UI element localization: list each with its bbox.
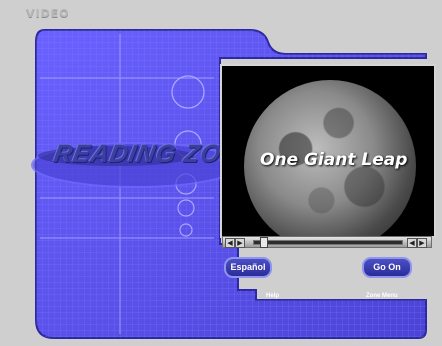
espanol-button[interactable]: Español (224, 257, 272, 278)
forward-icon[interactable]: ▶ (417, 238, 427, 248)
app-window: VIDEO READING ZONE One Giant Leap ◀ ▶ ◀ … (0, 0, 442, 346)
help-link[interactable]: Help (266, 293, 279, 299)
video-controls: ◀ ▶ ◀ ▶ (222, 236, 432, 248)
go-on-button[interactable]: Go On (362, 257, 412, 278)
video-title: One Giant Leap (260, 150, 408, 170)
volume-icon[interactable]: ◀ (225, 238, 235, 248)
video-player[interactable]: One Giant Leap (220, 64, 436, 238)
play-icon[interactable]: ▶ (235, 238, 245, 248)
rewind-icon[interactable]: ◀ (407, 238, 417, 248)
progress-track[interactable] (253, 240, 403, 245)
progress-thumb[interactable] (260, 237, 269, 248)
zone-menu-link[interactable]: Zone Menu (366, 293, 398, 299)
